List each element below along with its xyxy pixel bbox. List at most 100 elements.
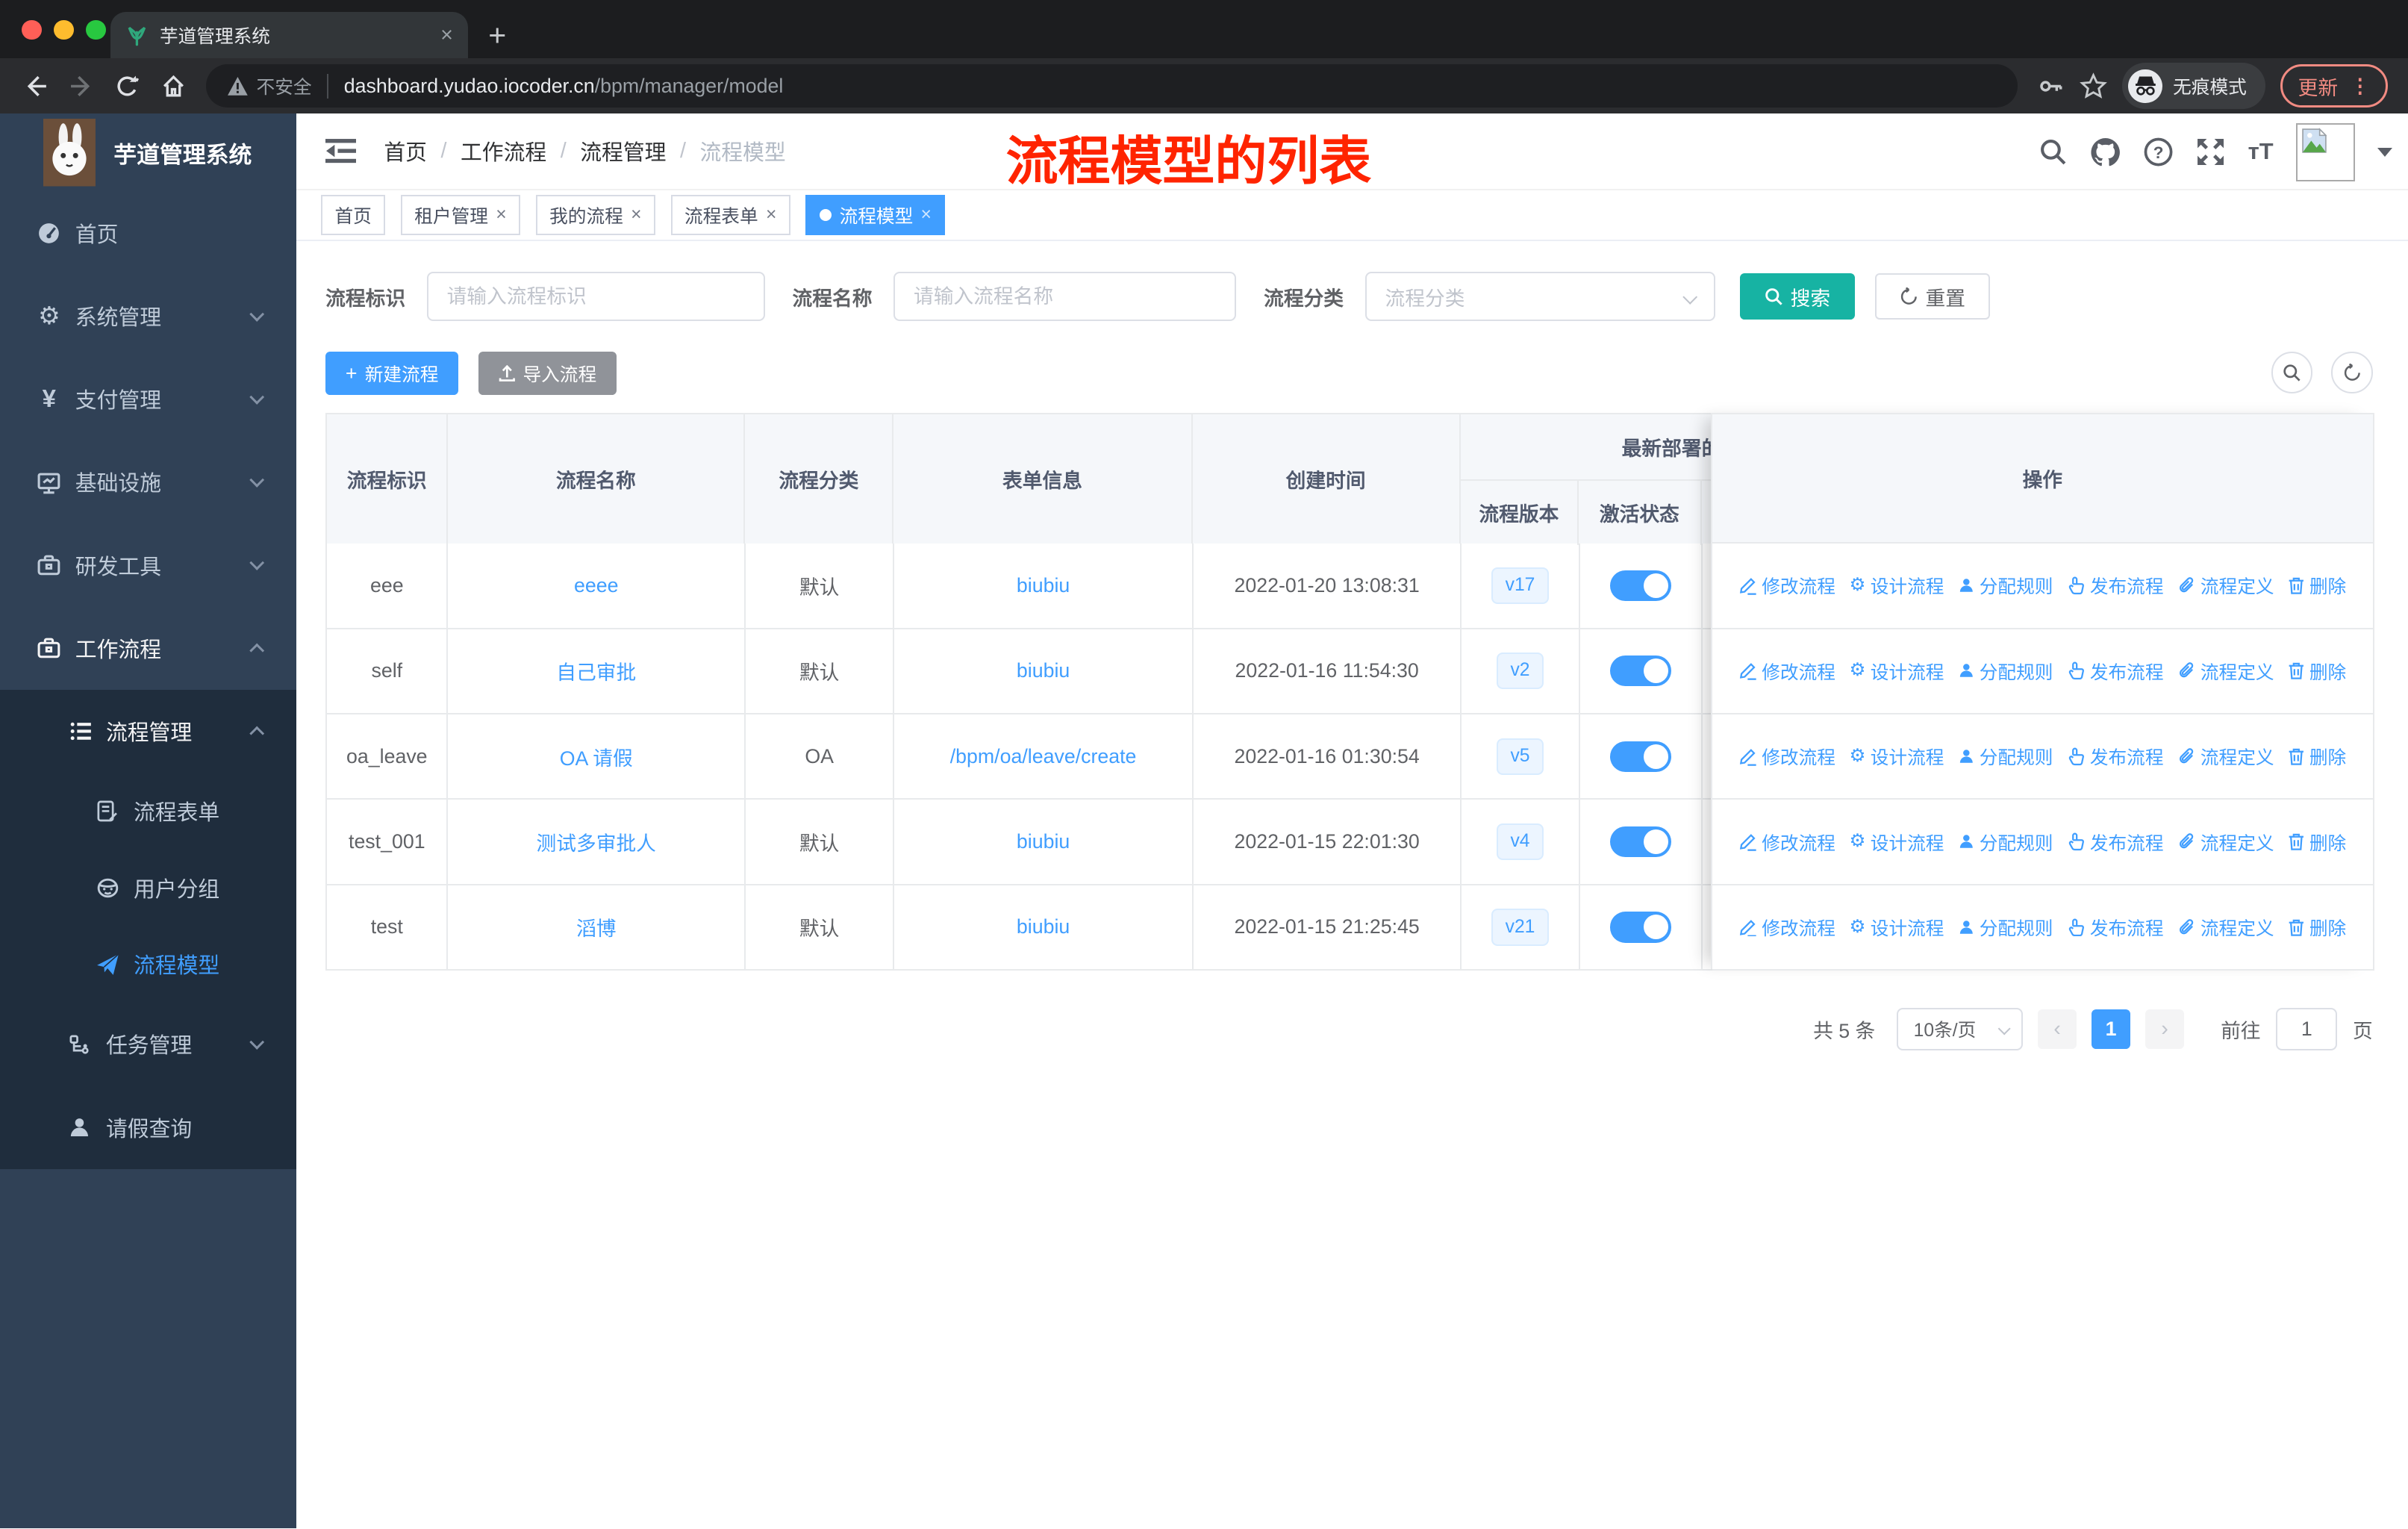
close-icon[interactable]: × <box>631 205 641 225</box>
create-process-button[interactable]: + 新建流程 <box>325 352 459 395</box>
not-secure-badge[interactable]: 不安全 <box>227 72 312 99</box>
close-icon[interactable]: × <box>496 205 506 225</box>
design-process-link[interactable]: ⚙ 设计流程 <box>1849 829 1944 856</box>
publish-process-link[interactable]: 发布流程 <box>2067 743 2164 770</box>
browser-tab[interactable]: 芋道管理系统 × <box>110 12 469 59</box>
sidebar-item-task-mgmt[interactable]: 任务管理 <box>0 1003 296 1086</box>
process-definition-link[interactable]: 流程定义 <box>2177 829 2274 856</box>
process-name-link[interactable]: 测试多审批人 <box>537 827 656 856</box>
key-icon[interactable] <box>2036 72 2064 100</box>
design-process-link[interactable]: ⚙ 设计流程 <box>1849 743 1944 770</box>
page-1-button[interactable]: 1 <box>2092 1009 2130 1050</box>
reload-icon[interactable] <box>105 74 151 99</box>
font-size-icon[interactable]: ᴛT <box>2248 140 2274 164</box>
edit-process-link[interactable]: 修改流程 <box>1738 572 1835 599</box>
sidebar-item-process-mgmt[interactable]: 流程管理 <box>0 690 296 773</box>
delete-link[interactable]: 删除 <box>2288 829 2346 856</box>
design-process-link[interactable]: ⚙ 设计流程 <box>1849 914 1944 941</box>
breadcrumb-home[interactable]: 首页 <box>384 136 427 166</box>
home-icon[interactable] <box>151 74 197 99</box>
sidebar-item-user-group[interactable]: 用户分组 <box>0 850 296 927</box>
address-bar[interactable]: 不安全 dashboard.yudao.iocoder.cn/bpm/manag… <box>205 64 2018 108</box>
caret-down-icon[interactable] <box>2377 147 2393 157</box>
process-definition-link[interactable]: 流程定义 <box>2177 572 2274 599</box>
tag-tenant[interactable]: 租户管理 × <box>400 195 521 235</box>
process-name-link[interactable]: OA 请假 <box>560 742 633 771</box>
goto-page-input[interactable] <box>2276 1007 2338 1051</box>
active-toggle[interactable] <box>1609 655 1671 687</box>
sidebar-item-infrastructure[interactable]: 基础设施 <box>0 440 296 523</box>
fullscreen-icon[interactable] <box>2196 137 2225 166</box>
hide-search-button[interactable] <box>2271 352 2313 393</box>
publish-process-link[interactable]: 发布流程 <box>2067 829 2164 856</box>
assign-rule-link[interactable]: 分配规则 <box>1958 743 2053 770</box>
filter-id-input[interactable] <box>426 272 765 321</box>
delete-link[interactable]: 删除 <box>2288 914 2346 941</box>
delete-link[interactable]: 删除 <box>2288 572 2346 599</box>
process-name-link[interactable]: 滔博 <box>576 912 616 941</box>
design-process-link[interactable]: ⚙ 设计流程 <box>1849 658 1944 685</box>
search-button[interactable]: 搜索 <box>1739 273 1855 320</box>
forward-arrow-icon[interactable] <box>58 74 105 99</box>
sidebar-item-system[interactable]: ⚙ 系统管理 <box>0 275 296 358</box>
assign-rule-link[interactable]: 分配规则 <box>1958 658 2053 685</box>
process-name-link[interactable]: 自己审批 <box>556 656 636 685</box>
process-definition-link[interactable]: 流程定义 <box>2177 914 2274 941</box>
minimize-window-button[interactable] <box>53 19 74 40</box>
refresh-button[interactable] <box>2331 352 2373 393</box>
form-info-link[interactable]: biubiu <box>1017 915 1070 938</box>
sidebar-item-home[interactable]: 首页 <box>0 192 296 275</box>
form-info-link[interactable]: biubiu <box>1017 659 1070 682</box>
tag-process-model[interactable]: 流程模型 × <box>805 195 946 235</box>
process-name-link[interactable]: eeee <box>574 574 618 597</box>
delete-link[interactable]: 删除 <box>2288 658 2346 685</box>
more-vert-icon[interactable]: ⋮ <box>2351 75 2371 98</box>
delete-link[interactable]: 删除 <box>2288 743 2346 770</box>
sidebar-item-process-form[interactable]: 流程表单 <box>0 773 296 850</box>
active-toggle[interactable] <box>1609 741 1671 772</box>
sidebar-item-devtools[interactable]: 研发工具 <box>0 524 296 607</box>
tag-home[interactable]: 首页 <box>320 195 386 235</box>
sidebar-item-process-model[interactable]: 流程模型 <box>0 927 296 1003</box>
form-info-link[interactable]: biubiu <box>1017 574 1070 597</box>
publish-process-link[interactable]: 发布流程 <box>2067 914 2164 941</box>
filter-category-select[interactable]: 流程分类 <box>1364 272 1715 321</box>
sidebar-item-payment[interactable]: ¥ 支付管理 <box>0 358 296 440</box>
edit-process-link[interactable]: 修改流程 <box>1738 743 1835 770</box>
new-tab-button[interactable]: + <box>488 16 506 56</box>
assign-rule-link[interactable]: 分配规则 <box>1958 914 2053 941</box>
assign-rule-link[interactable]: 分配规则 <box>1958 572 2053 599</box>
sidebar-item-workflow[interactable]: 工作流程 <box>0 607 296 690</box>
active-toggle[interactable] <box>1609 912 1671 943</box>
zoom-window-button[interactable] <box>86 19 106 40</box>
reset-button[interactable]: 重置 <box>1874 273 1990 320</box>
process-definition-link[interactable]: 流程定义 <box>2177 743 2274 770</box>
filter-name-input[interactable] <box>893 272 1237 321</box>
form-info-link[interactable]: /bpm/oa/leave/create <box>950 745 1137 768</box>
tab-close-icon[interactable]: × <box>440 25 453 46</box>
publish-process-link[interactable]: 发布流程 <box>2067 572 2164 599</box>
star-icon[interactable] <box>2079 72 2107 100</box>
breadcrumb-workflow[interactable]: 工作流程 <box>461 136 546 166</box>
sidebar-item-leave-query[interactable]: 请假查询 <box>0 1086 296 1168</box>
import-process-button[interactable]: 导入流程 <box>478 352 617 395</box>
form-info-link[interactable]: biubiu <box>1017 830 1070 853</box>
tag-my-process[interactable]: 我的流程 × <box>535 195 655 235</box>
close-window-button[interactable] <box>21 19 42 40</box>
fold-sidebar-icon[interactable] <box>325 137 357 165</box>
chrome-update-button[interactable]: 更新 ⋮ <box>2280 64 2388 108</box>
process-definition-link[interactable]: 流程定义 <box>2177 658 2274 685</box>
search-icon[interactable] <box>2039 138 2067 166</box>
avatar[interactable] <box>2296 122 2355 181</box>
edit-process-link[interactable]: 修改流程 <box>1738 658 1835 685</box>
github-icon[interactable] <box>2090 137 2121 166</box>
design-process-link[interactable]: ⚙ 设计流程 <box>1849 572 1944 599</box>
assign-rule-link[interactable]: 分配规则 <box>1958 829 2053 856</box>
edit-process-link[interactable]: 修改流程 <box>1738 829 1835 856</box>
active-toggle[interactable] <box>1609 826 1671 858</box>
close-icon[interactable]: × <box>921 205 932 225</box>
breadcrumb-process-mgmt[interactable]: 流程管理 <box>580 136 666 166</box>
page-size-select[interactable]: 10条/页 <box>1897 1007 2023 1051</box>
back-arrow-icon[interactable] <box>12 74 58 99</box>
close-icon[interactable]: × <box>766 205 776 225</box>
